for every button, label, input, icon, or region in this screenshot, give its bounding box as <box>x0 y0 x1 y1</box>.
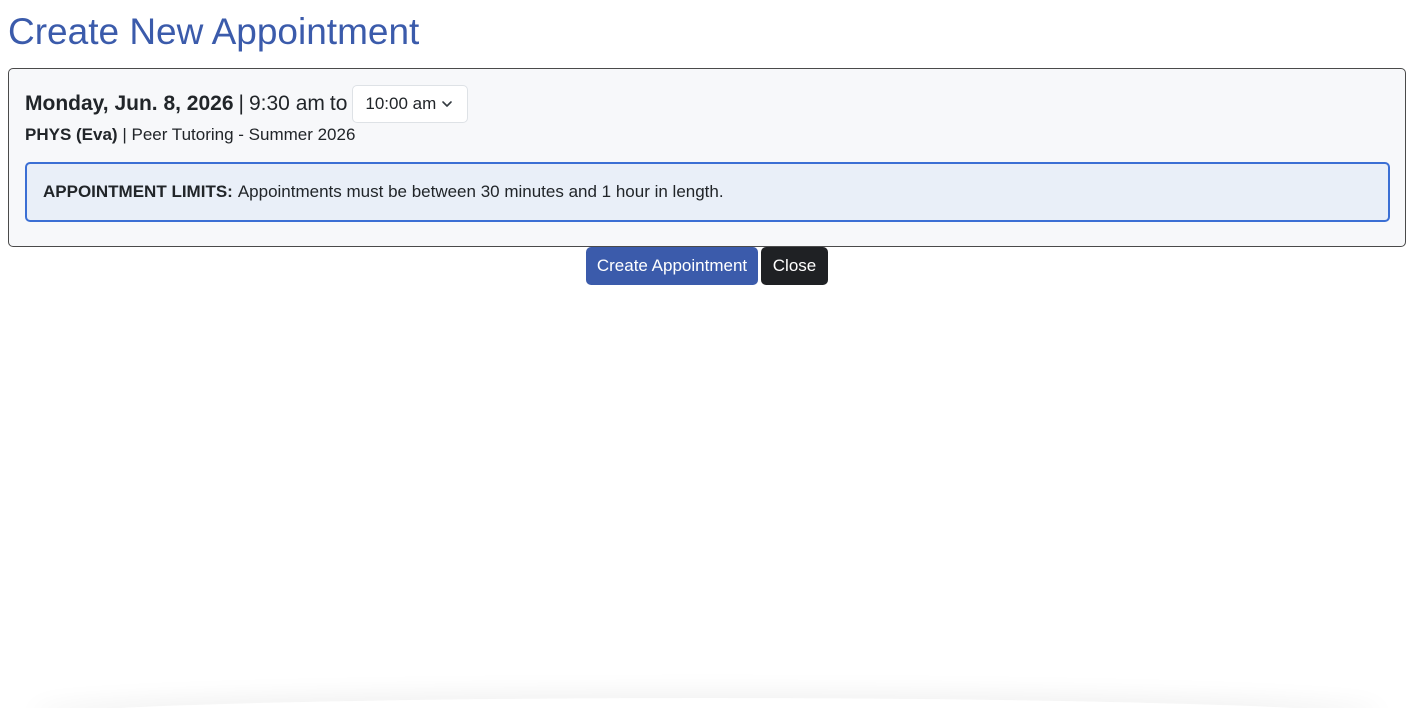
to-label: to <box>329 92 348 115</box>
alert-label: APPOINTMENT LIMITS: <box>43 182 233 201</box>
start-time: 9:30 am <box>248 92 325 115</box>
page-title: Create New Appointment <box>8 11 420 52</box>
appointment-date: Monday, Jun. 8, 2026 <box>25 92 234 115</box>
end-time-selected-value: 10:00 am <box>365 94 437 113</box>
course-row: PHYS (Eva) | Peer Tutoring - Summer 2026 <box>25 125 355 145</box>
appointment-limits-alert: APPOINTMENT LIMITS: Appointments must be… <box>25 162 1390 222</box>
course-name: PHYS (Eva) <box>25 125 118 144</box>
session-name: Peer Tutoring - Summer 2026 <box>131 125 356 144</box>
course-separator: | <box>122 125 127 144</box>
create-appointment-button[interactable]: Create Appointment <box>586 247 758 285</box>
appointment-time-row: Monday, Jun. 8, 2026 | 9:30 am to 10:00 … <box>25 85 469 123</box>
bottom-edge-shadow <box>30 698 1384 708</box>
end-time-select[interactable]: 10:00 am <box>352 85 469 123</box>
chevron-down-icon <box>442 101 453 107</box>
alert-message: Appointments must be between 30 minutes … <box>237 182 724 201</box>
appointment-card: Monday, Jun. 8, 2026 | 9:30 am to 10:00 … <box>8 68 1406 247</box>
close-button[interactable]: Close <box>761 247 828 285</box>
date-separator: | <box>238 92 244 115</box>
page: Create New Appointment Monday, Jun. 8, 2… <box>0 0 1414 708</box>
